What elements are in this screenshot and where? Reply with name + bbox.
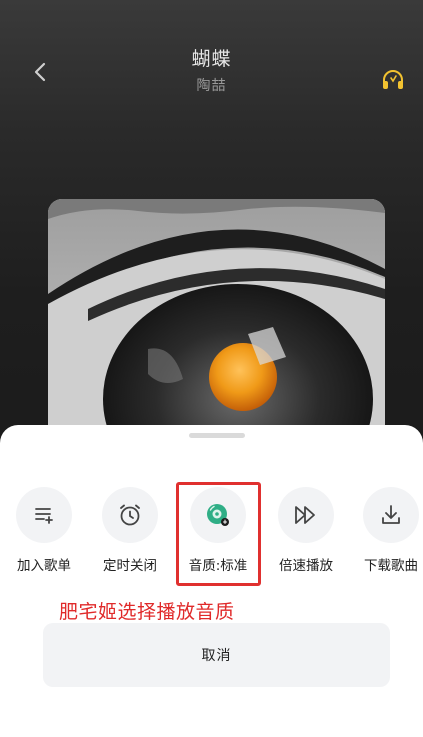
player-screen: 蝴蝶 陶喆 加入歌单 定时关闭 音质:标准 倍速播放 下载歌曲 肥宅姬选择播放音… [0,0,423,737]
speed-forward-icon [295,506,315,524]
playback-speed-button[interactable]: 倍速播放 [263,487,349,577]
action-label: 音质:标准 [188,558,248,574]
cancel-button[interactable]: 取消 [43,623,390,687]
headphones-icon [383,70,403,89]
annotation-text: 肥宅姬选择播放音质 [59,601,235,623]
action-label: 倍速播放 [279,558,333,574]
actions-row: 加入歌单 定时关闭 音质:标准 倍速播放 下载歌曲 [0,487,423,577]
song-artist[interactable]: 陶喆 [0,75,423,95]
audio-quality-icon [207,504,229,526]
song-title: 蝴蝶 [191,48,232,70]
action-label: 定时关闭 [103,558,157,574]
download-song-button[interactable]: 下载歌曲 [348,487,423,577]
action-icon-circle [278,487,334,543]
action-label: 下载歌曲 [364,558,418,574]
more-options-sheet: 加入歌单 定时关闭 音质:标准 倍速播放 下载歌曲 肥宅姬选择播放音质 取消 [0,425,423,737]
add-to-playlist-button[interactable]: 加入歌单 [1,487,87,577]
action-icon-circle [363,487,419,543]
audio-quality-button[interactable]: 音质:标准 [175,487,261,577]
playlist-add-icon [35,508,53,524]
download-icon [382,505,400,524]
action-icon-circle [16,487,72,543]
listen-together-button[interactable] [380,67,406,93]
action-icon-circle [190,487,246,543]
action-label: 加入歌单 [17,558,71,574]
alarm-clock-icon [120,504,140,526]
sleep-timer-button[interactable]: 定时关闭 [87,487,173,577]
action-icon-circle [102,487,158,543]
sheet-drag-handle[interactable] [189,433,245,438]
album-cover [48,199,385,459]
